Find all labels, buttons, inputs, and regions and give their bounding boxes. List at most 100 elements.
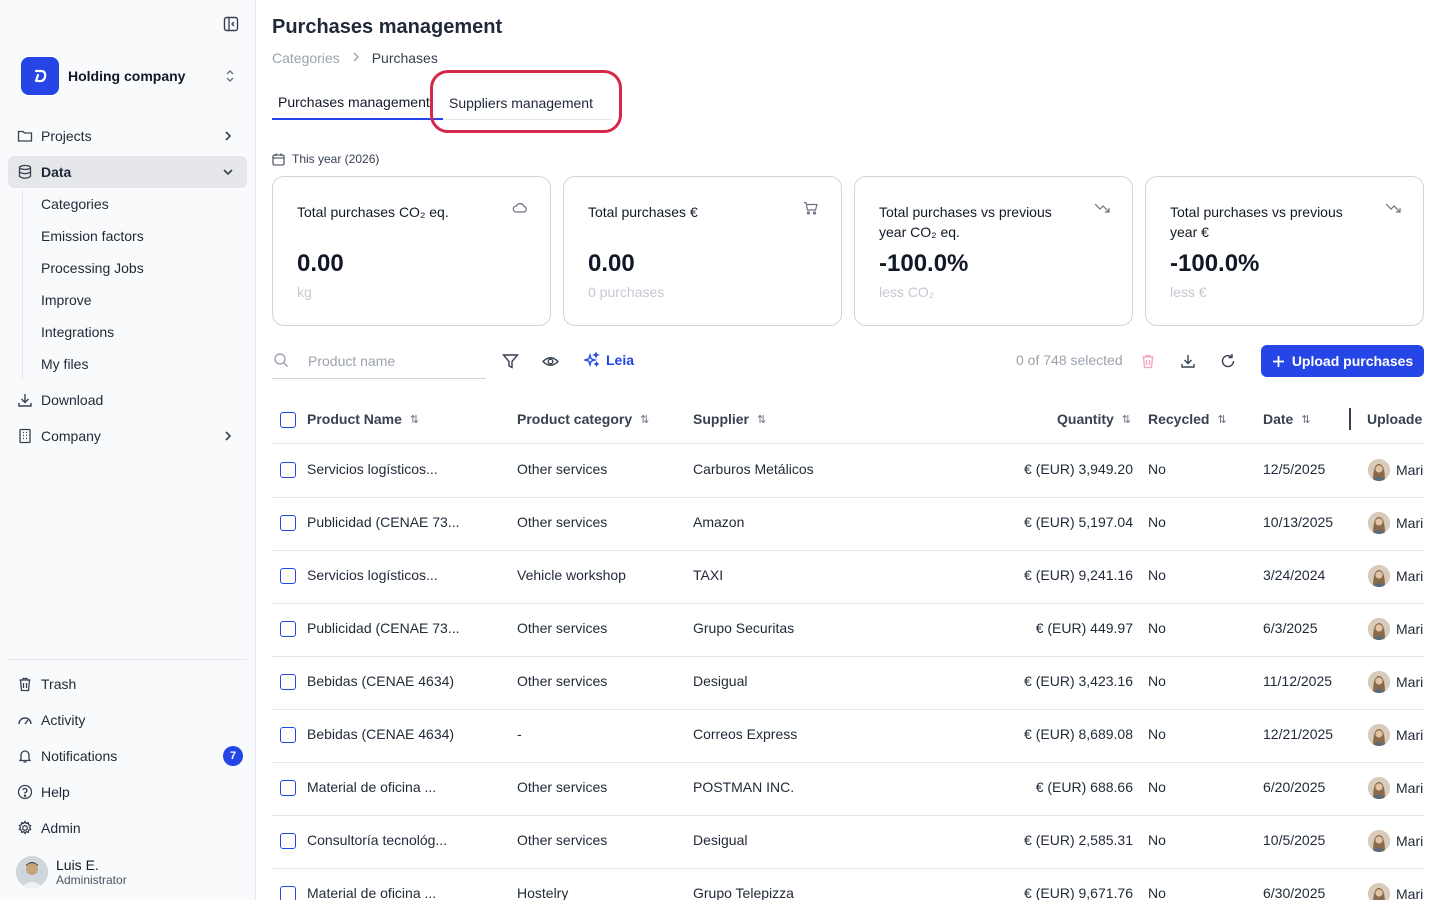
table-row[interactable]: Servicios logísticos... Vehicle workshop T… [272,551,1424,604]
leia-button[interactable]: Leia [584,352,634,368]
table-row[interactable]: Bebidas (CENAE 4634) - Correos Express € (E… [272,710,1424,763]
avatar [1368,724,1390,746]
cell-uploader: Mari [1368,830,1424,852]
sidebar-item-trash[interactable]: Trash [8,668,247,700]
download-icon[interactable] [1179,352,1197,370]
sidebar-subitem-improve[interactable]: Improve [41,286,92,314]
selected-count: 0 of 748 selected [1016,352,1123,368]
row-checkbox[interactable] [280,727,296,743]
sidebar-item-label: Data [41,164,72,180]
row-checkbox[interactable] [280,515,296,531]
upload-label: Upload purchases [1291,353,1414,369]
cell-product-name: Bebidas (CENAE 4634) [307,673,455,689]
trash-icon[interactable] [1139,352,1157,370]
column-resize-handle[interactable] [1349,408,1351,430]
user-role: Administrator [56,873,127,887]
breadcrumb: Categories Purchases [272,50,438,66]
sidebar-item-projects[interactable]: Projects [8,120,247,152]
column-header-quantity[interactable]: Quantity ⇅ [1057,411,1131,427]
filter-icon[interactable] [501,352,519,370]
column-header-product-category[interactable]: Product category ⇅ [517,411,649,427]
cell-supplier: Desigual [693,673,748,689]
sort-icon[interactable]: ⇅ [1301,413,1310,426]
column-header-product-name[interactable]: Product Name ⇅ [307,411,419,427]
tab-purchases-management[interactable]: Purchases management [272,86,443,120]
refresh-icon[interactable] [1219,352,1237,370]
sidebar-item-download[interactable]: Download [8,384,247,416]
sidebar-subitem-categories[interactable]: Categories [41,190,109,218]
breadcrumb-categories[interactable]: Categories [272,50,340,66]
card-euro: Total purchases € 0.00 0 purchases [563,176,842,326]
uploader-name: Mari [1396,833,1424,849]
cell-product-name: Publicidad (CENAE 73... [307,620,460,636]
cell-product-category: Other services [517,673,608,689]
table-row[interactable]: Bebidas (CENAE 4634) Other services Desigu… [272,657,1424,710]
upload-purchases-button[interactable]: Upload purchases [1261,345,1424,377]
uploader-name: Mari [1396,568,1424,584]
search-bar [272,344,486,379]
row-checkbox[interactable] [280,674,296,690]
column-label: Date [1263,411,1294,427]
sidebar-item-activity[interactable]: Activity [8,704,247,736]
cell-product-name: Servicios logísticos... [307,567,438,583]
sort-icon[interactable]: ⇅ [410,413,419,426]
sort-icon[interactable]: ⇅ [1217,413,1226,426]
column-header-uploader[interactable]: Uploade [1367,411,1422,427]
table-row[interactable]: Material de oficina ... Other services POS… [272,763,1424,816]
cell-product-category: Other services [517,461,608,477]
sort-icon[interactable]: ⇅ [757,413,766,426]
sort-icon[interactable]: ⇅ [1122,413,1131,426]
row-checkbox[interactable] [280,568,296,584]
row-checkbox[interactable] [280,833,296,849]
column-label: Product category [517,411,633,427]
column-header-supplier[interactable]: Supplier ⇅ [693,411,766,427]
column-header-recycled[interactable]: Recycled ⇅ [1148,411,1227,427]
sidebar-item-notifications[interactable]: Notifications 7 [8,740,247,772]
card-value: 0.00 [297,250,344,277]
period-label: This year (2026) [292,152,380,166]
table-row[interactable]: Publicidad (CENAE 73... Other services Gru… [272,604,1424,657]
sidebar-divider [8,659,247,660]
user-profile[interactable]: Luis E. Administrator [16,856,127,888]
cell-product-category: Other services [517,514,608,530]
card-co2-vs-previous: Total purchases vs previous year CO₂ eq.… [854,176,1133,326]
row-checkbox[interactable] [280,621,296,637]
sidebar-subitem-emission-factors[interactable]: Emission factors [41,222,144,250]
sidebar-item-label: Download [41,392,104,408]
avatar [1368,777,1390,799]
sidebar-item-data[interactable]: Data [8,156,247,188]
card-title: Total purchases CO₂ eq. [297,204,449,220]
sort-icon[interactable]: ⇅ [640,413,649,426]
cell-supplier: Correos Express [693,726,798,742]
table-row[interactable]: Servicios logísticos... Other services Car… [272,445,1424,498]
card-co2: Total purchases CO₂ eq. 0.00 kg [272,176,551,326]
help-icon [17,784,33,800]
sidebar-subitem-processing-jobs[interactable]: Processing Jobs [41,254,144,282]
sidebar-subitem-integrations[interactable]: Integrations [41,318,114,346]
search-input[interactable] [308,350,478,372]
cell-uploader: Mari [1368,724,1424,746]
column-header-date[interactable]: Date ⇅ [1263,411,1311,427]
cell-product-category: Other services [517,832,608,848]
sidebar-subitem-my-files[interactable]: My files [41,350,88,378]
cell-quantity: € (EUR) 2,585.31 [1024,832,1133,848]
select-all-checkbox[interactable] [280,412,296,428]
row-checkbox[interactable] [280,780,296,796]
breadcrumb-purchases: Purchases [371,50,438,66]
row-checkbox[interactable] [280,462,296,478]
sidebar-item-company[interactable]: Company [8,420,247,452]
period-filter[interactable]: This year (2026) [272,152,379,166]
cell-date: 6/30/2025 [1263,885,1326,900]
row-checkbox[interactable] [280,886,296,900]
search-icon [273,352,289,371]
table-row[interactable]: Publicidad (CENAE 73... Other services Ama… [272,498,1424,551]
table-row[interactable]: Material de oficina ... Hostelry Grupo Tel… [272,869,1424,900]
cell-recycled: No [1148,779,1166,795]
sidebar-item-admin[interactable]: Admin [8,812,247,844]
cell-date: 6/3/2025 [1263,620,1318,636]
sidebar-item-help[interactable]: Help [8,776,247,808]
table-row[interactable]: Consultoría tecnológ... Other services Des… [272,816,1424,869]
company-switcher[interactable]: Holding company [8,52,246,100]
eye-icon[interactable] [541,352,559,370]
sidebar-collapse-icon[interactable] [222,15,240,33]
